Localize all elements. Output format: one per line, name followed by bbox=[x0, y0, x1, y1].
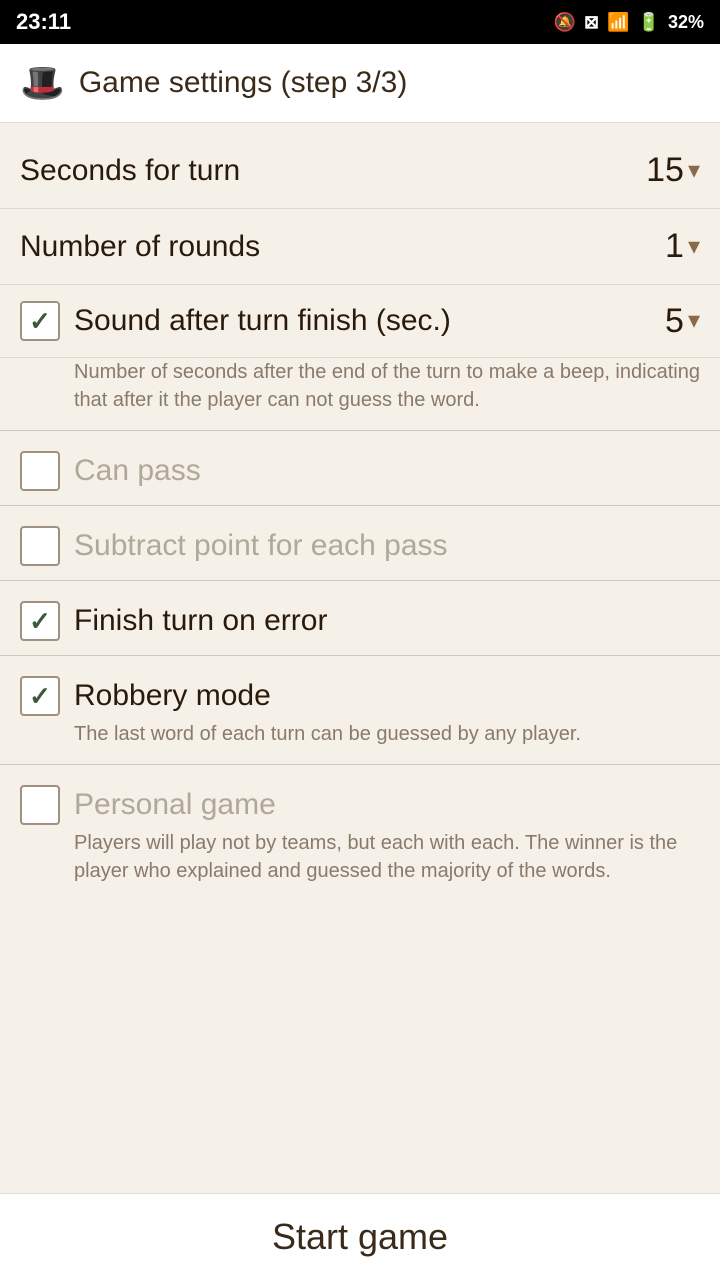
mute-icon: 🔕 bbox=[554, 12, 576, 33]
personal-game-description: Players will play not by teams, but each… bbox=[0, 829, 720, 901]
subtract-point-checkbox[interactable] bbox=[20, 526, 60, 566]
robbery-mode-label: Robbery mode bbox=[74, 679, 271, 713]
status-time: 23:11 bbox=[16, 9, 71, 35]
battery-icon: 🔋 bbox=[638, 12, 660, 33]
seconds-for-turn-row[interactable]: Seconds for turn 15 ▾ bbox=[0, 133, 720, 209]
personal-game-checkbox[interactable] bbox=[20, 785, 60, 825]
battery-percent: 32% bbox=[668, 12, 704, 33]
sound-after-turn-label: Sound after turn finish (sec.) bbox=[74, 304, 451, 338]
page-header: 🎩 Game settings (step 3/3) bbox=[0, 44, 720, 123]
number-of-rounds-value-box[interactable]: 1 ▾ bbox=[624, 227, 700, 266]
header-icon: 🎩 bbox=[20, 62, 65, 104]
can-pass-row: Can pass bbox=[0, 431, 720, 505]
subtract-point-row: Subtract point for each pass bbox=[0, 506, 720, 580]
sound-after-turn-checkbox[interactable] bbox=[20, 301, 60, 341]
sound-after-turn-value-box[interactable]: 5 ▾ bbox=[624, 302, 700, 341]
sound-after-turn-value: 5 bbox=[624, 302, 684, 341]
subtract-point-label: Subtract point for each pass bbox=[74, 529, 448, 563]
number-of-rounds-label: Number of rounds bbox=[20, 230, 260, 264]
number-of-rounds-arrow: ▾ bbox=[688, 235, 700, 259]
sound-after-turn-section: Sound after turn finish (sec.) 5 ▾ Numbe… bbox=[0, 285, 720, 430]
finish-turn-on-error-checkbox[interactable] bbox=[20, 601, 60, 641]
number-of-rounds-value: 1 bbox=[624, 227, 684, 266]
finish-turn-on-error-row: Finish turn on error bbox=[0, 581, 720, 655]
start-game-button[interactable]: Start game bbox=[272, 1216, 448, 1258]
can-pass-label: Can pass bbox=[74, 454, 201, 488]
seconds-for-turn-label: Seconds for turn bbox=[20, 154, 240, 188]
sound-after-turn-description: Number of seconds after the end of the t… bbox=[0, 358, 720, 430]
can-pass-checkbox[interactable] bbox=[20, 451, 60, 491]
page-title: Game settings (step 3/3) bbox=[79, 66, 407, 100]
status-right: 🔕 ⊠ 📶 🔋 32% bbox=[554, 12, 704, 33]
sound-after-turn-checkbox-label: Sound after turn finish (sec.) bbox=[20, 301, 624, 341]
seconds-for-turn-value: 15 bbox=[624, 151, 684, 190]
seconds-for-turn-arrow: ▾ bbox=[688, 159, 700, 183]
robbery-mode-row: Robbery mode bbox=[0, 656, 720, 720]
number-of-rounds-row[interactable]: Number of rounds 1 ▾ bbox=[0, 209, 720, 285]
sim-icon: ⊠ bbox=[584, 12, 599, 33]
robbery-mode-checkbox[interactable] bbox=[20, 676, 60, 716]
status-bar: 23:11 🔕 ⊠ 📶 🔋 32% bbox=[0, 0, 720, 44]
sound-after-turn-row: Sound after turn finish (sec.) 5 ▾ bbox=[0, 285, 720, 358]
robbery-mode-description: The last word of each turn can be guesse… bbox=[0, 720, 720, 764]
sound-after-turn-arrow: ▾ bbox=[688, 309, 700, 333]
personal-game-row: Personal game bbox=[0, 765, 720, 829]
footer: Start game bbox=[0, 1193, 720, 1280]
finish-turn-on-error-label: Finish turn on error bbox=[74, 604, 327, 638]
personal-game-label: Personal game bbox=[74, 788, 276, 822]
main-content: Seconds for turn 15 ▾ Number of rounds 1… bbox=[0, 123, 720, 1193]
seconds-for-turn-value-box[interactable]: 15 ▾ bbox=[624, 151, 700, 190]
wifi-icon: 📶 bbox=[607, 12, 629, 33]
